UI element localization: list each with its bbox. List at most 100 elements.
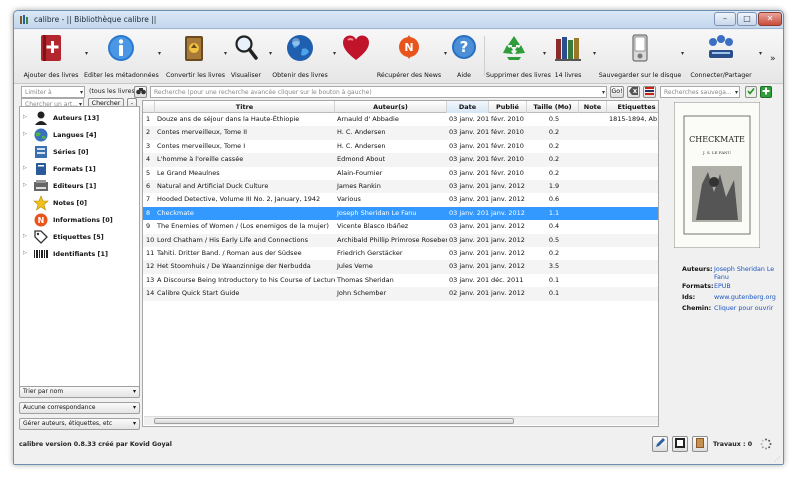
virtual-library-combo[interactable]: Limiter à ▾: [21, 86, 85, 98]
table-row[interactable]: 1 Douze ans de séjour dans la Haute-Éthio…: [143, 113, 658, 126]
edit-metadata-button[interactable]: ▾ Editer les métadonnées: [84, 32, 161, 82]
cell-index: 2: [146, 128, 151, 137]
convert-books-button[interactable]: ▾ Convertir les livres: [166, 32, 227, 82]
table-row[interactable]: 3 Contes merveilleux, Tome I H. C. Anderse…: [143, 140, 658, 153]
save-to-disk-button[interactable]: ▾ Sauvegarder sur le disque: [598, 32, 684, 82]
expand-arrow-icon: ▷: [23, 114, 27, 120]
title-bar[interactable]: calibre - || Bibliothèque calibre || – □…: [14, 11, 783, 29]
book-icon: [696, 438, 704, 448]
view-button[interactable]: ▾ Visualiser: [228, 32, 272, 82]
expand-arrow-icon: ▷: [23, 182, 27, 188]
tag-sort-combo[interactable]: Trier par nom ▾: [19, 386, 140, 398]
cell-authors: Edmond About: [337, 155, 386, 164]
tag-category-ratings[interactable]: Notes [0]: [20, 194, 139, 211]
column-header-published[interactable]: Publié: [489, 101, 527, 113]
cell-date: 03 janv. 2012: [449, 235, 489, 244]
table-row[interactable]: 14 Calibre Quick Start Guide John Schember…: [143, 287, 658, 301]
delete-books-button[interactable]: ▾ Supprimer des livres: [486, 32, 551, 82]
binoculars-icon: [135, 88, 146, 95]
donate-button[interactable]: [338, 32, 374, 82]
tag-match-combo[interactable]: Aucune correspondance ▾: [19, 402, 140, 414]
version-text: calibre version 0.8.33 créé par Kovid Go…: [19, 441, 172, 448]
table-row[interactable]: 10 Lord Chatham / His Early Life and Conn…: [143, 233, 658, 247]
table-row[interactable]: 2 Contes merveilleux, Tome II H. C. Anders…: [143, 126, 658, 140]
book-cover-image[interactable]: CHECKMATE J. S. LE FANU: [674, 102, 760, 248]
maximize-button[interactable]: □: [737, 12, 757, 26]
column-header-size[interactable]: Taille (Mo): [527, 101, 579, 113]
tag-category-authors[interactable]: ▷ Auteurs [13]: [20, 109, 139, 126]
details-path-link[interactable]: Cliquer pour ouvrir: [714, 305, 773, 312]
edit-icon: [656, 438, 665, 447]
chevron-down-icon: ▾: [132, 404, 136, 411]
manage-tags-combo[interactable]: Gérer auteurs, étiquettes, etc ▾: [19, 418, 140, 430]
saved-searches-combo[interactable]: Recherches sauvega... ▾: [660, 86, 740, 98]
table-row[interactable]: 8 Checkmate Joseph Sheridan Le Fanu 03 janv…: [143, 206, 658, 221]
column-header-rating[interactable]: Note: [579, 101, 607, 113]
toolbar-overflow-button[interactable]: »: [770, 54, 776, 64]
tag-category-identifiers[interactable]: ▷ Identifiants [1]: [20, 245, 139, 262]
clear-icon: [629, 87, 638, 95]
table-row[interactable]: 9 The Enemies of Women / (Los enemigos de…: [143, 220, 658, 233]
cell-authors: Various: [337, 195, 361, 204]
details-id-link[interactable]: www.gutenberg.org: [714, 294, 776, 301]
book-details-toggle-button[interactable]: [692, 436, 708, 452]
table-row[interactable]: 4 L'homme à l'oreille cassée Edmond About 0…: [143, 153, 658, 167]
cell-rating: [579, 140, 607, 153]
table-row[interactable]: 11 Tahiti. Dritter Band. / Roman aus der …: [143, 247, 658, 260]
cover-grid-button[interactable]: [652, 436, 668, 452]
get-books-button[interactable]: ▾ Obtenir des livres: [272, 32, 336, 82]
advanced-search-button[interactable]: [134, 86, 147, 98]
connect-share-label: Connecter/Partager: [690, 72, 752, 79]
resize-grip-icon[interactable]: ⋰: [774, 456, 780, 463]
details-author-link-cont[interactable]: Fanu: [714, 274, 729, 281]
tag-category-news[interactable]: N Informations [0]: [20, 211, 139, 228]
column-header-date[interactable]: Date: [447, 101, 489, 113]
table-row[interactable]: 7 Hooded Detective, Volume III No. 2, Jan…: [143, 193, 658, 206]
column-header-tags[interactable]: Etiquettes: [607, 101, 658, 113]
tag-category-tags[interactable]: ▷ Etiquettes [5]: [20, 228, 139, 245]
info-icon: [108, 35, 134, 61]
cell-title: Tahiti. Dritter Band. / Roman aus der Sü…: [157, 249, 302, 257]
scrollbar-thumb[interactable]: [154, 418, 514, 424]
clear-search-button[interactable]: [627, 86, 640, 98]
cell-tags: [607, 287, 658, 300]
tag-browser-toggle-button[interactable]: [672, 436, 688, 452]
cell-published: janv. 2012: [491, 182, 525, 190]
horizontal-scrollbar[interactable]: [144, 416, 658, 425]
cell-authors: Thomas Sheridan: [337, 275, 394, 284]
jobs-status[interactable]: Travaux : 0: [713, 441, 752, 448]
table-row[interactable]: 12 Het Stoomhuis / De Waanzinnige der Ner…: [143, 260, 658, 274]
cell-tags: [607, 247, 658, 260]
tag-category-formats[interactable]: ▷ Formats [1]: [20, 160, 139, 177]
close-button[interactable]: ✕: [758, 12, 782, 26]
library-icon: [555, 37, 581, 61]
cell-authors: Joseph Sheridan Le Fanu: [337, 208, 417, 217]
table-row[interactable]: 6 Natural and Artificial Duck Culture Jame…: [143, 180, 658, 194]
tag-category-languages[interactable]: ▷ Langues [4]: [20, 126, 139, 143]
cell-index: 8: [146, 208, 151, 217]
save-search-button[interactable]: [745, 86, 757, 98]
tag-category-series[interactable]: Séries [0]: [20, 143, 139, 160]
details-format-link[interactable]: EPUB: [714, 283, 731, 290]
series-icon: [35, 146, 47, 158]
library-button[interactable]: ▾ 14 livres: [548, 32, 596, 82]
minimize-button[interactable]: –: [714, 12, 736, 26]
details-author-link[interactable]: Joseph Sheridan Le: [714, 266, 774, 273]
highlight-toggle-button[interactable]: [643, 86, 656, 98]
fetch-news-button[interactable]: N ▾ Récupérer des News: [376, 32, 447, 82]
column-header-authors[interactable]: Auteur(s): [335, 101, 447, 113]
add-search-button[interactable]: [760, 86, 772, 98]
tag-category-publishers[interactable]: ▷ Editeurs [1]: [20, 177, 139, 194]
search-go-button[interactable]: Go!: [610, 86, 624, 98]
column-header-title[interactable]: Titre: [155, 101, 335, 113]
cell-title: Le Grand Meaulnes: [157, 168, 220, 177]
help-button[interactable]: ? Aide: [448, 32, 480, 82]
table-row[interactable]: 13 A Discourse Being Introductory to his …: [143, 274, 658, 287]
delete-books-label: Supprimer des livres: [486, 72, 551, 79]
search-input[interactable]: Recherche (pour une recherche avancée cl…: [150, 86, 607, 98]
plus-icon: [762, 87, 770, 95]
connect-share-button[interactable]: ▾ Connecter/Partager: [686, 32, 762, 82]
add-books-button[interactable]: ▾ Ajouter des livres: [16, 32, 88, 82]
table-row[interactable]: 5 Le Grand Meaulnes Alain-Fournier 03 janv.…: [143, 167, 658, 180]
book-list-header: Titre Auteur(s) Date Publié Taille (Mo) …: [143, 101, 658, 113]
